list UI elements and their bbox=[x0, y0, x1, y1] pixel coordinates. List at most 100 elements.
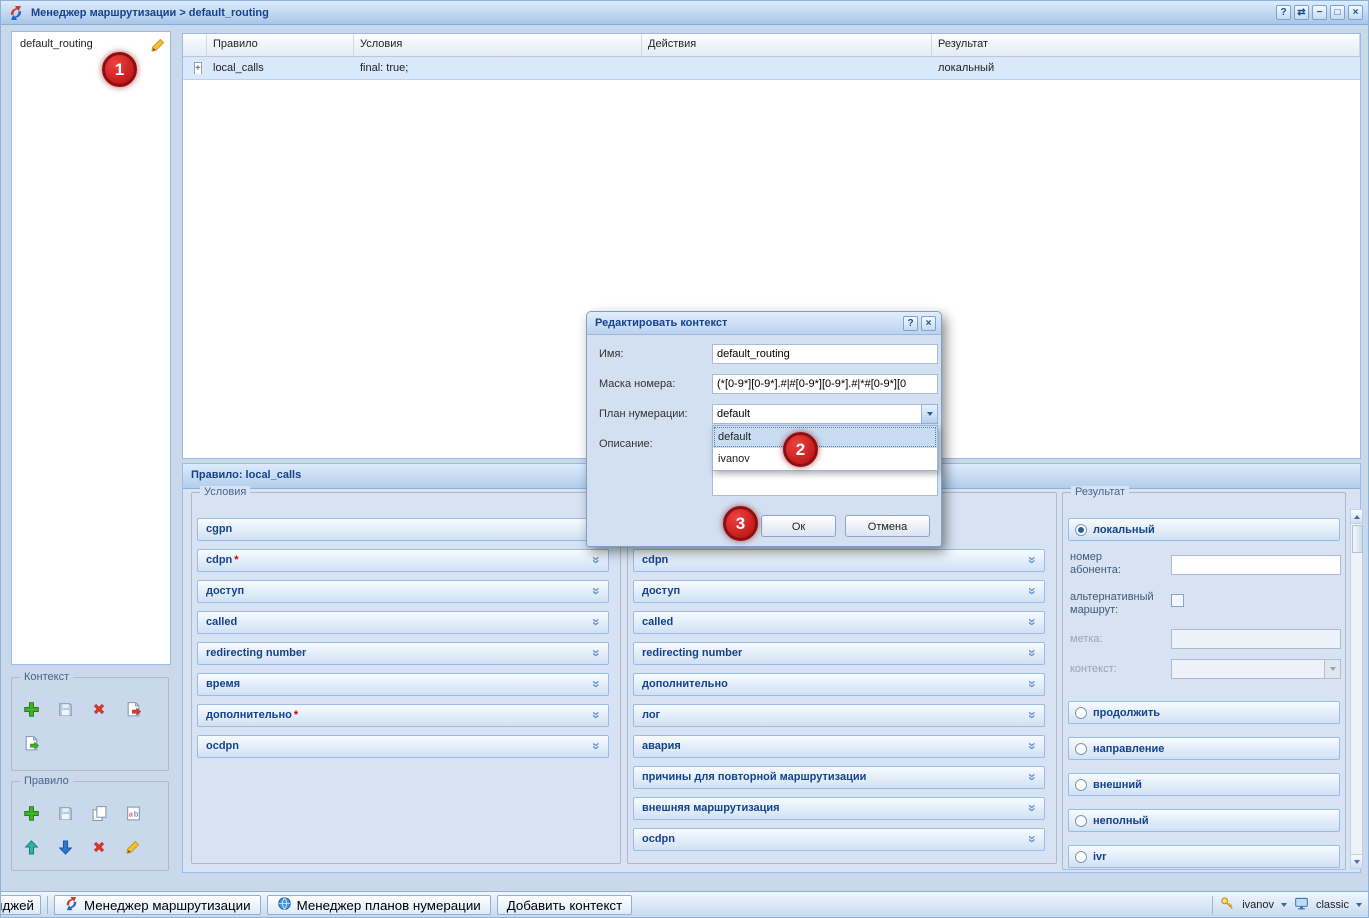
delete-context-icon[interactable] bbox=[86, 696, 112, 722]
expand-chevron-icon[interactable] bbox=[589, 582, 605, 600]
dialog-header[interactable]: Редактировать контекст ? × bbox=[587, 312, 941, 335]
expand-chevron-icon[interactable] bbox=[589, 706, 605, 724]
result-option-incomplete[interactable]: неполный bbox=[1068, 809, 1340, 832]
expand-chevron-icon[interactable] bbox=[1025, 551, 1041, 569]
action-section-alarm[interactable]: авария bbox=[633, 735, 1045, 758]
action-section-cdpn[interactable]: cdpn bbox=[633, 549, 1045, 572]
taskbar-app-routing-manager[interactable]: Менеджер маршрутизации bbox=[54, 895, 261, 915]
action-section-external-routing[interactable]: внешняя маршрутизация bbox=[633, 797, 1045, 820]
expand-chevron-icon[interactable] bbox=[1025, 644, 1041, 662]
add-context-icon[interactable] bbox=[18, 696, 44, 722]
add-context-button[interactable]: Добавить контекст bbox=[497, 895, 632, 915]
dropdown-option-default[interactable]: default bbox=[713, 426, 937, 448]
result-option-ivr[interactable]: ivr bbox=[1068, 845, 1340, 868]
pin-icon[interactable]: ⇄ bbox=[1294, 5, 1309, 20]
add-rule-icon[interactable] bbox=[18, 800, 44, 826]
scrollbar-thumb[interactable] bbox=[1352, 525, 1363, 553]
action-section-access[interactable]: доступ bbox=[633, 580, 1045, 603]
radio-unchecked-icon[interactable] bbox=[1075, 707, 1087, 719]
scrollbar-up-icon[interactable] bbox=[1351, 510, 1362, 524]
condition-section-redirecting-number[interactable]: redirecting number bbox=[197, 642, 609, 665]
action-section-redirecting-number[interactable]: redirecting number bbox=[633, 642, 1045, 665]
edit-rule-pencil-icon[interactable] bbox=[120, 834, 146, 860]
condition-section-time[interactable]: время bbox=[197, 673, 609, 696]
result-scrollbar[interactable] bbox=[1350, 509, 1363, 869]
dialog-close-icon[interactable]: × bbox=[921, 316, 936, 331]
action-section-called[interactable]: called bbox=[633, 611, 1045, 634]
grid-column-header-rule[interactable]: Правило bbox=[207, 34, 354, 56]
save-rule-icon[interactable] bbox=[52, 800, 78, 826]
expand-chevron-icon[interactable] bbox=[1025, 675, 1041, 693]
theme-caret-down-icon[interactable] bbox=[1356, 903, 1362, 907]
expand-chevron-icon[interactable] bbox=[1025, 613, 1041, 631]
expand-chevron-icon[interactable] bbox=[589, 737, 605, 755]
result-option-continue[interactable]: продолжить bbox=[1068, 701, 1340, 724]
import-context-icon[interactable] bbox=[18, 730, 44, 756]
expand-chevron-icon[interactable] bbox=[1025, 582, 1041, 600]
condition-section-cdpn[interactable]: cdpn* bbox=[197, 549, 609, 572]
number-mask-input[interactable] bbox=[712, 374, 938, 394]
table-row[interactable]: local_calls final: true; локальный bbox=[183, 57, 1360, 80]
numbering-plan-combo[interactable] bbox=[712, 404, 938, 424]
scrollbar-down-icon[interactable] bbox=[1351, 854, 1362, 868]
expand-chevron-icon[interactable] bbox=[589, 613, 605, 631]
rename-rule-icon[interactable]: ab bbox=[120, 800, 146, 826]
condition-section-ocdpn[interactable]: ocdpn bbox=[197, 735, 609, 758]
sidebar-item-default-routing[interactable]: default_routing bbox=[12, 32, 170, 56]
taskbar-app-numbering-plans[interactable]: Менеджер планов нумерации bbox=[267, 895, 491, 915]
condition-section-access[interactable]: доступ bbox=[197, 580, 609, 603]
taskbar-app-cut[interactable]: иджей bbox=[0, 895, 41, 915]
subscriber-number-input[interactable] bbox=[1171, 555, 1341, 575]
expand-chevron-icon[interactable] bbox=[589, 551, 605, 569]
grid-column-header-actions[interactable]: Действия bbox=[642, 34, 932, 56]
minimize-icon[interactable]: − bbox=[1312, 5, 1327, 20]
radio-checked-icon[interactable] bbox=[1075, 524, 1087, 536]
expand-chevron-icon[interactable] bbox=[589, 644, 605, 662]
copy-rule-icon[interactable] bbox=[86, 800, 112, 826]
action-section-ocdpn[interactable]: ocdpn bbox=[633, 828, 1045, 851]
move-down-icon[interactable] bbox=[52, 834, 78, 860]
export-context-icon[interactable] bbox=[120, 696, 146, 722]
step-badge-3: 3 bbox=[723, 506, 758, 541]
expand-chevron-icon[interactable] bbox=[589, 675, 605, 693]
radio-unchecked-icon[interactable] bbox=[1075, 851, 1087, 863]
action-section-reroute-reasons[interactable]: причины для повторной маршрутизации bbox=[633, 766, 1045, 789]
cancel-button[interactable]: Отмена bbox=[845, 515, 930, 537]
expand-row-icon[interactable] bbox=[194, 62, 202, 74]
radio-unchecked-icon[interactable] bbox=[1075, 815, 1087, 827]
current-user[interactable]: ivanov bbox=[1242, 899, 1274, 911]
help-icon[interactable]: ? bbox=[1276, 5, 1291, 20]
result-option-local[interactable]: локальный bbox=[1068, 518, 1340, 541]
radio-unchecked-icon[interactable] bbox=[1075, 779, 1087, 791]
radio-unchecked-icon[interactable] bbox=[1075, 743, 1087, 755]
expand-chevron-icon[interactable] bbox=[1025, 706, 1041, 724]
dropdown-trigger-icon[interactable] bbox=[921, 404, 938, 424]
result-option-direction[interactable]: направление bbox=[1068, 737, 1340, 760]
maximize-icon[interactable]: □ bbox=[1330, 5, 1345, 20]
dialog-help-icon[interactable]: ? bbox=[903, 316, 918, 331]
result-option-external[interactable]: внешний bbox=[1068, 773, 1340, 796]
edit-context-pencil-icon[interactable] bbox=[150, 37, 166, 56]
condition-section-additional[interactable]: дополнительно* bbox=[197, 704, 609, 727]
action-section-log[interactable]: лог bbox=[633, 704, 1045, 727]
context-name-input[interactable] bbox=[712, 344, 938, 364]
expand-chevron-icon[interactable] bbox=[1025, 768, 1041, 786]
grid-column-header-conditions[interactable]: Условия bbox=[354, 34, 642, 56]
alt-route-checkbox[interactable] bbox=[1171, 594, 1184, 607]
close-icon[interactable]: × bbox=[1348, 5, 1363, 20]
move-up-icon[interactable] bbox=[18, 834, 44, 860]
expand-chevron-icon[interactable] bbox=[1025, 830, 1041, 848]
save-context-icon[interactable] bbox=[52, 696, 78, 722]
expand-chevron-icon[interactable] bbox=[1025, 737, 1041, 755]
action-section-additional[interactable]: дополнительно bbox=[633, 673, 1045, 696]
delete-rule-icon[interactable] bbox=[86, 834, 112, 860]
condition-section-cgpn[interactable]: cgpn bbox=[197, 518, 609, 541]
condition-section-called[interactable]: called bbox=[197, 611, 609, 634]
ok-button[interactable]: Ок bbox=[761, 515, 836, 537]
theme-selector[interactable]: classic bbox=[1316, 899, 1349, 911]
expand-chevron-icon[interactable] bbox=[1025, 799, 1041, 817]
grid-column-header-result[interactable]: Результат bbox=[932, 34, 1360, 56]
numbering-plan-input[interactable] bbox=[712, 404, 921, 424]
dropdown-option-ivanov[interactable]: ivanov bbox=[713, 448, 937, 470]
user-caret-down-icon[interactable] bbox=[1281, 903, 1287, 907]
